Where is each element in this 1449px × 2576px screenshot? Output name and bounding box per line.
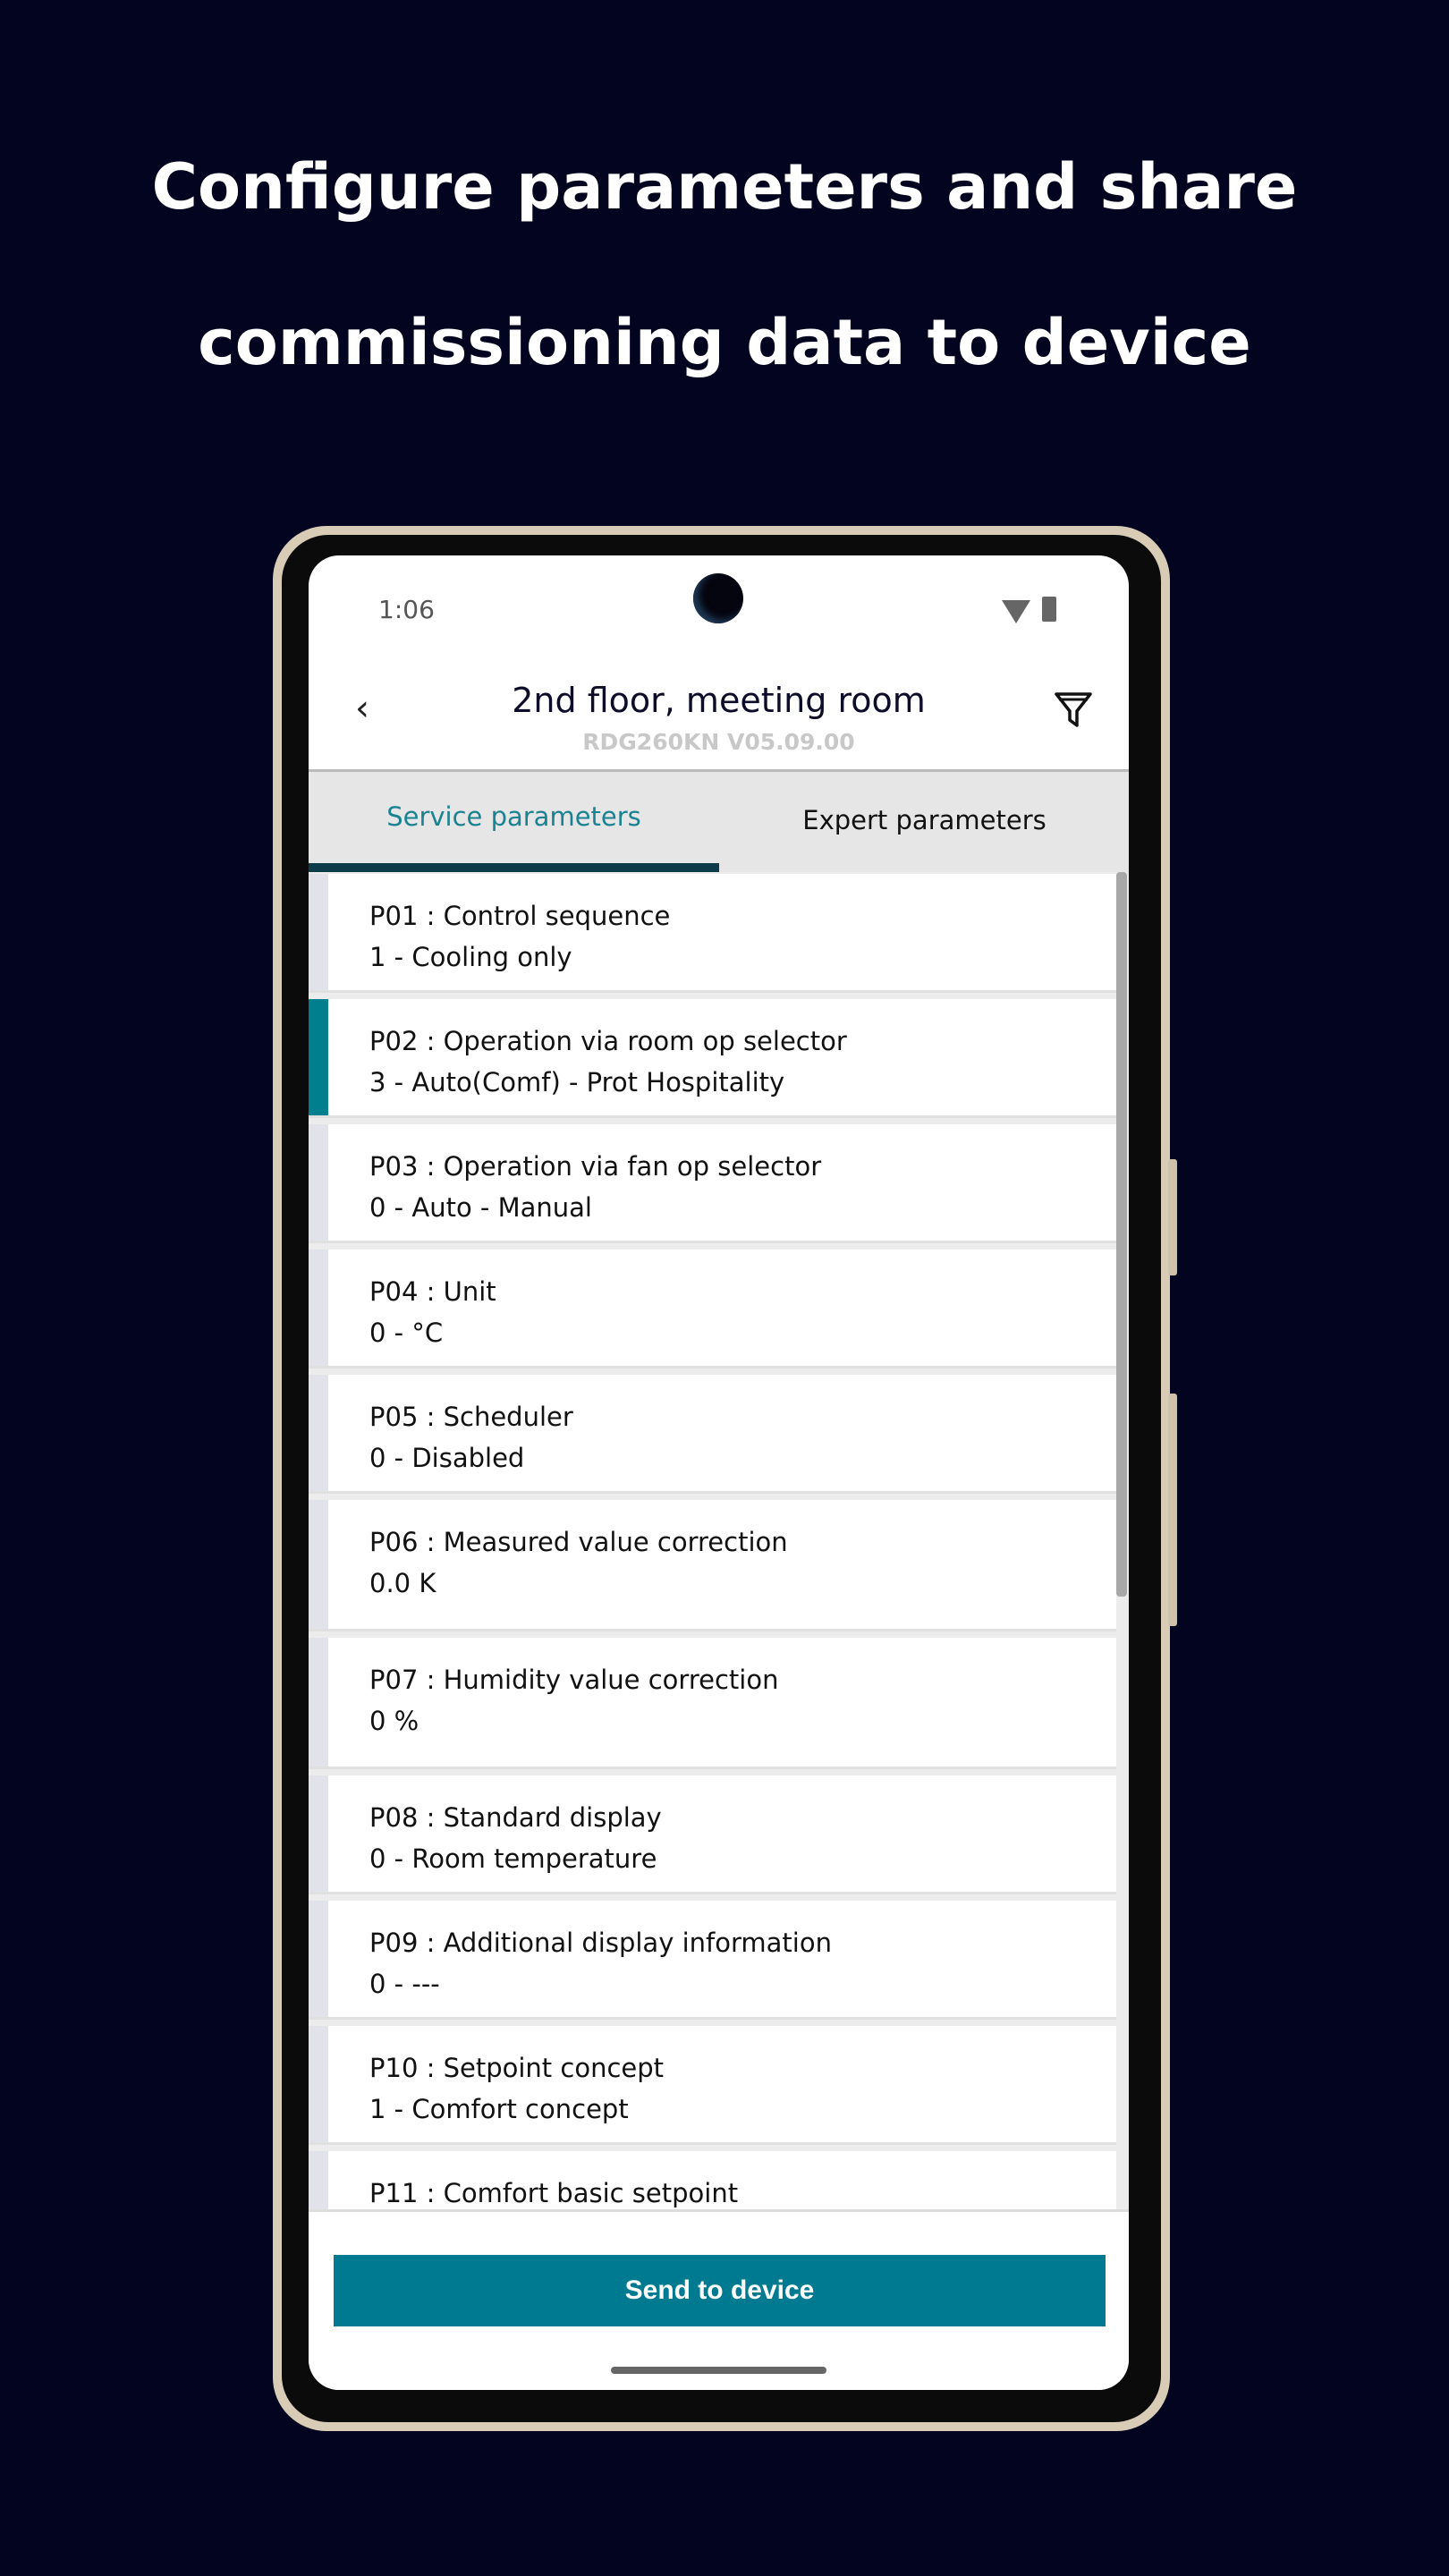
tab-service-parameters[interactable]: Service parameters [309, 772, 719, 872]
parameter-row[interactable]: P03 : Operation via fan op selector 0 - A… [309, 1124, 1116, 1243]
device-subtitle: RDG260KN V05.09.00 [582, 729, 855, 755]
parameter-name: P10 : Setpoint concept [369, 2053, 665, 2083]
parameter-name: P09 : Additional display information [369, 1928, 832, 1958]
parameter-value: 0.0 K [369, 1568, 436, 1598]
row-strip [309, 1638, 328, 1767]
row-strip [309, 874, 328, 990]
row-strip [309, 1775, 328, 1892]
parameter-value: 0 % [369, 1706, 419, 1736]
power-button [1168, 1394, 1177, 1626]
tab-expert-parameters[interactable]: Expert parameters [719, 772, 1129, 872]
app-header: ‹ 2nd floor, meeting room RDG260KN V05.0… [309, 654, 1129, 772]
app-screen: 1:06 ‹ 2nd floor, meeting room RDG260KN … [309, 555, 1129, 2390]
status-time: 1:06 [378, 595, 435, 624]
parameter-row[interactable]: P01 : Control sequence 1 - Cooling only [309, 874, 1116, 993]
row-strip [309, 2026, 328, 2142]
parameter-row[interactable]: P11 : Comfort basic setpoint [309, 2151, 1116, 2209]
battery-icon [1042, 597, 1056, 622]
parameter-name: P05 : Scheduler [369, 1402, 573, 1432]
page-title: 2nd floor, meeting room [512, 681, 926, 720]
filter-button[interactable] [1054, 690, 1093, 733]
tab-bar: Service parameters Expert parameters [309, 772, 1129, 872]
parameter-name: P02 : Operation via room op selector [369, 1026, 847, 1056]
parameter-value: 0 - °C [369, 1318, 444, 1348]
parameter-row[interactable]: P10 : Setpoint concept 1 - Comfort concep… [309, 2026, 1116, 2145]
row-strip [309, 2151, 328, 2209]
parameter-row[interactable]: P06 : Measured value correction 0.0 K [309, 1500, 1116, 1631]
wifi-icon [1002, 600, 1030, 623]
parameter-value: 0 - Auto - Manual [369, 1192, 592, 1223]
parameter-row[interactable]: P04 : Unit 0 - °C [309, 1250, 1116, 1368]
parameter-name: P03 : Operation via fan op selector [369, 1151, 822, 1182]
parameter-value: 0 - Disabled [369, 1443, 525, 1473]
parameter-row[interactable]: P09 : Additional display information 0 - … [309, 1901, 1116, 2020]
headline-line-1: Configure parameters and share [151, 150, 1298, 224]
parameter-name: P07 : Humidity value correction [369, 1665, 779, 1695]
parameter-value: 1 - Cooling only [369, 942, 572, 972]
scrollbar[interactable] [1116, 872, 1127, 1597]
parameter-name: P06 : Measured value correction [369, 1527, 788, 1557]
parameter-value: 3 - Auto(Comf) - Prot Hospitality [369, 1067, 785, 1097]
parameter-name: P04 : Unit [369, 1276, 496, 1307]
home-indicator[interactable] [611, 2367, 826, 2374]
parameter-list: P01 : Control sequence 1 - Cooling only P0… [309, 872, 1129, 2209]
active-tab-indicator [309, 863, 719, 872]
parameter-row[interactable]: P05 : Scheduler 0 - Disabled [309, 1375, 1116, 1494]
parameter-name: P11 : Comfort basic setpoint [369, 2178, 739, 2208]
row-strip [309, 1250, 328, 1366]
parameter-row[interactable]: P07 : Humidity value correction 0 % [309, 1638, 1116, 1769]
row-strip [309, 1500, 328, 1629]
headline: Configure parameters and share commissio… [0, 109, 1449, 420]
camera-cutout [693, 573, 743, 623]
parameter-value: 0 - Room temperature [369, 1843, 657, 1874]
parameter-value: 1 - Comfort concept [369, 2094, 629, 2124]
filter-icon [1055, 692, 1092, 727]
parameter-row[interactable]: P08 : Standard display 0 - Room temperatu… [309, 1775, 1116, 1894]
row-strip [309, 1124, 328, 1241]
row-strip [309, 1901, 328, 2017]
row-strip [309, 1375, 328, 1491]
footer: Send to device [309, 2209, 1129, 2390]
selected-indicator [309, 999, 328, 1115]
parameter-name: P08 : Standard display [369, 1802, 662, 1833]
parameter-name: P01 : Control sequence [369, 901, 671, 931]
send-to-device-button[interactable]: Send to device [334, 2255, 1106, 2326]
headline-line-2: commissioning data to device [198, 306, 1251, 379]
parameter-row[interactable]: P02 : Operation via room op selector 3 - … [309, 999, 1116, 1118]
parameter-value: 0 - --- [369, 1969, 440, 1999]
volume-button [1168, 1159, 1177, 1275]
